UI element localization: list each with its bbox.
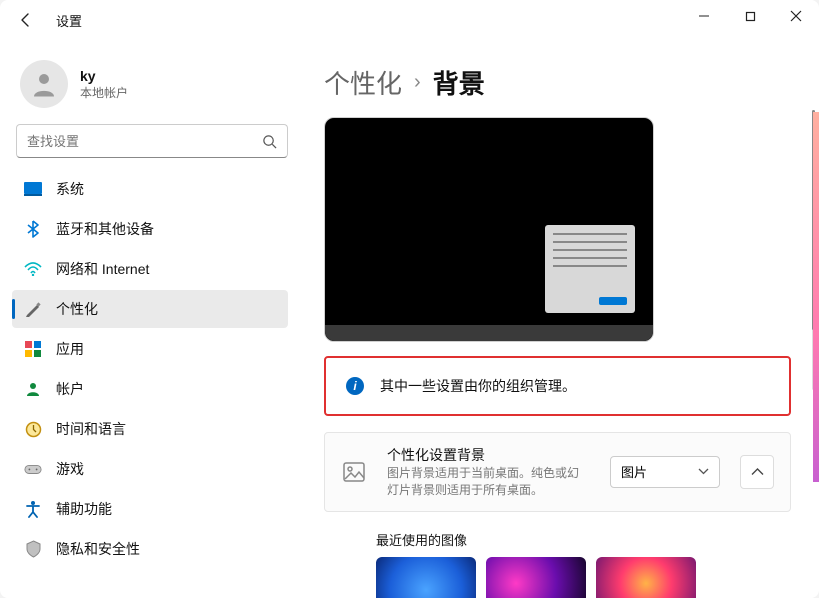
- personalize-icon: [24, 300, 42, 318]
- content-area: 个性化 › 背景 i 其中一些设置由你的组织管理。: [300, 40, 819, 598]
- sidebar-item-personalization[interactable]: 个性化: [12, 290, 288, 328]
- nav-label: 帐户: [56, 379, 84, 399]
- nav-label: 应用: [56, 339, 84, 359]
- desktop-preview: [324, 117, 654, 342]
- title-bar: 设置: [0, 0, 819, 40]
- maximize-icon: [745, 11, 756, 22]
- close-button[interactable]: [773, 0, 819, 32]
- user-subtitle: 本地帐户: [80, 84, 128, 101]
- breadcrumb-parent[interactable]: 个性化: [324, 64, 402, 101]
- minimize-icon: [698, 10, 710, 22]
- banner-text: 其中一些设置由你的组织管理。: [380, 376, 576, 396]
- sidebar-item-time-language[interactable]: 时间和语言: [12, 410, 288, 448]
- nav-label: 系统: [56, 179, 84, 199]
- info-icon: i: [346, 377, 364, 395]
- search-field[interactable]: [27, 134, 262, 149]
- sidebar: ky 本地帐户 系统 蓝牙和其他设备 网络和 In: [0, 40, 300, 598]
- chevron-right-icon: ›: [414, 71, 421, 94]
- user-name: ky: [80, 68, 128, 84]
- person-icon: [29, 69, 59, 99]
- recent-image-thumb[interactable]: [486, 557, 586, 598]
- sidebar-item-bluetooth[interactable]: 蓝牙和其他设备: [12, 210, 288, 248]
- sidebar-item-system[interactable]: 系统: [12, 170, 288, 208]
- sidebar-item-gaming[interactable]: 游戏: [12, 450, 288, 488]
- expand-button[interactable]: [740, 455, 774, 489]
- recent-image-thumb[interactable]: [376, 557, 476, 598]
- dropdown-value: 图片: [621, 462, 647, 481]
- account-icon: [24, 380, 42, 398]
- image-icon: [341, 459, 367, 485]
- apps-icon: [24, 340, 42, 358]
- sidebar-item-network[interactable]: 网络和 Internet: [12, 250, 288, 288]
- preview-accent: [599, 297, 627, 305]
- user-profile[interactable]: ky 本地帐户: [12, 52, 300, 124]
- setting-title: 个性化设置背景: [387, 445, 590, 465]
- page-title: 背景: [433, 64, 485, 101]
- nav-list: 系统 蓝牙和其他设备 网络和 Internet 个性化 应用: [12, 170, 300, 568]
- chevron-up-icon: [751, 468, 764, 476]
- privacy-icon: [24, 540, 42, 558]
- background-setting-card: 个性化设置背景 图片背景适用于当前桌面。纯色或幻灯片背景则适用于所有桌面。 图片: [324, 432, 791, 512]
- chevron-down-icon: [698, 468, 709, 475]
- search-icon: [262, 134, 277, 149]
- preview-window: [545, 225, 635, 313]
- preview-taskbar: [325, 325, 653, 341]
- recent-image-thumb[interactable]: [596, 557, 696, 598]
- nav-label: 辅助功能: [56, 499, 112, 519]
- breadcrumb: 个性化 › 背景: [324, 64, 791, 101]
- recent-images-row: [376, 557, 791, 598]
- arrow-left-icon: [18, 12, 34, 28]
- nav-label: 个性化: [56, 299, 98, 319]
- sidebar-item-accessibility[interactable]: 辅助功能: [12, 490, 288, 528]
- app-title: 设置: [56, 11, 82, 30]
- sidebar-item-privacy[interactable]: 隐私和安全性: [12, 530, 288, 568]
- time-icon: [24, 420, 42, 438]
- avatar: [20, 60, 68, 108]
- close-icon: [790, 10, 802, 22]
- background-type-dropdown[interactable]: 图片: [610, 456, 720, 488]
- sidebar-item-accounts[interactable]: 帐户: [12, 370, 288, 408]
- nav-label: 蓝牙和其他设备: [56, 219, 154, 239]
- search-input[interactable]: [16, 124, 288, 158]
- window-edge-accent: [813, 112, 819, 482]
- network-icon: [24, 260, 42, 278]
- nav-label: 网络和 Internet: [56, 259, 149, 279]
- maximize-button[interactable]: [727, 0, 773, 32]
- nav-label: 隐私和安全性: [56, 539, 140, 559]
- minimize-button[interactable]: [681, 0, 727, 32]
- sidebar-item-apps[interactable]: 应用: [12, 330, 288, 368]
- recent-images-label: 最近使用的图像: [376, 530, 791, 549]
- setting-description: 图片背景适用于当前桌面。纯色或幻灯片背景则适用于所有桌面。: [387, 465, 587, 499]
- managed-by-org-banner: i 其中一些设置由你的组织管理。: [324, 356, 791, 416]
- system-icon: [24, 180, 42, 198]
- back-button[interactable]: [8, 2, 44, 38]
- accessibility-icon: [24, 500, 42, 518]
- gaming-icon: [24, 460, 42, 478]
- nav-label: 游戏: [56, 459, 84, 479]
- bluetooth-icon: [24, 220, 42, 238]
- nav-label: 时间和语言: [56, 419, 126, 439]
